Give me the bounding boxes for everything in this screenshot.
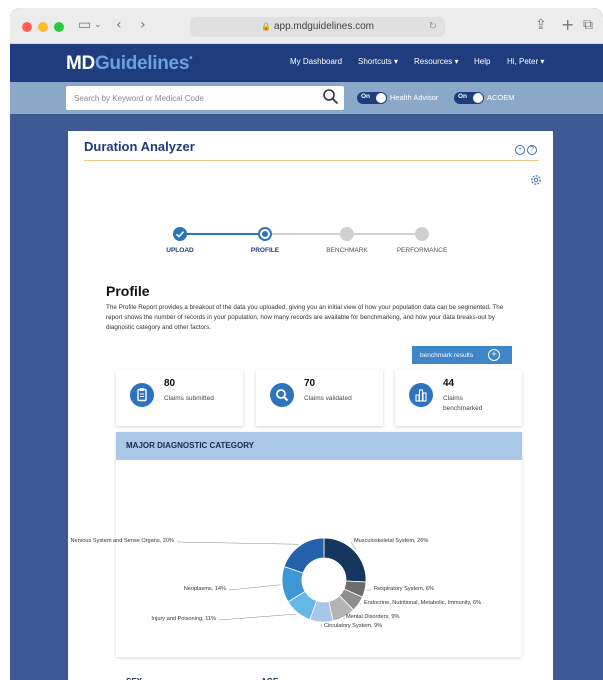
address-bar[interactable]: 🔒 app.mdguidelines.com ↻ xyxy=(190,17,445,37)
site-header: MDGuidelines• My Dashboard Shortcuts ▾ R… xyxy=(10,44,603,82)
donut-leader-line xyxy=(176,541,299,545)
browser-window: ▭ ⌄ ‹ › 🔒 app.mdguidelines.com ↻ ⇪ + ⧉ MD… xyxy=(10,8,603,680)
nav-resources[interactable]: Resources ▾ xyxy=(414,57,458,66)
donut-slice-label: Musculoskeletal System, 26% xyxy=(354,538,429,544)
health-advisor-toggle[interactable]: On xyxy=(357,92,387,104)
stat-label: Claims benchmarked xyxy=(443,395,483,412)
stat-claims-benchmarked: 44 Claims benchmarked xyxy=(395,370,522,426)
lock-icon: 🔒 xyxy=(260,22,271,31)
help-circle-icon[interactable]: ? xyxy=(527,145,537,155)
donut-slice-label: Circulatory System, 9% xyxy=(324,623,383,629)
step-connector-1 xyxy=(180,233,265,235)
clipboard-icon xyxy=(130,383,154,407)
step-upload-check-icon[interactable] xyxy=(173,227,187,241)
stat-label: Claims validated xyxy=(304,395,352,402)
reload-icon[interactable]: ↻ xyxy=(429,17,437,37)
diagnostic-category-panel: MAJOR DIAGNOSTIC CATEGORY Musculoskeleta… xyxy=(70,432,522,657)
donut-slice-label: Respiratory System, 6% xyxy=(374,586,434,592)
zoom-window-button[interactable] xyxy=(54,22,64,32)
profile-heading: Profile xyxy=(106,283,150,299)
donut-slice-label: Injury and Poisoning, 11% xyxy=(151,616,216,622)
forward-arrow-icon[interactable]: › xyxy=(140,17,146,33)
nav-my-dashboard[interactable]: My Dashboard xyxy=(290,57,342,66)
nav-user-menu[interactable]: Hi, Peter ▾ xyxy=(507,57,544,66)
nav-shortcuts[interactable]: Shortcuts ▾ xyxy=(358,57,398,66)
donut-leader-line xyxy=(342,617,346,619)
duration-analyzer-card: Duration Analyzer + ? UPLOAD PROFILE BEN… xyxy=(68,131,553,680)
sex-panel-header: SEX xyxy=(116,668,243,680)
diagnostic-donut-chart xyxy=(176,537,372,628)
share-icon[interactable]: ⇪ xyxy=(535,17,547,33)
tab-overview-icon[interactable]: ⧉ xyxy=(583,17,593,33)
toggle-on-label: On xyxy=(458,93,468,100)
back-arrow-icon[interactable]: ‹ xyxy=(116,17,122,33)
donut-slice[interactable] xyxy=(283,537,325,574)
step-benchmark-label: BENCHMARK xyxy=(326,247,368,254)
step-profile-label: PROFILE xyxy=(250,247,280,254)
donut-slice-label: Endocrine, Nutritional, Metabolic, Immun… xyxy=(364,600,482,606)
acoem-label: ACOEM xyxy=(487,93,515,102)
step-upload-label: UPLOAD xyxy=(166,247,194,254)
search-icon xyxy=(270,383,294,407)
toggle-knob xyxy=(376,93,386,103)
donut-slice[interactable] xyxy=(323,537,367,583)
toggle-on-label: On xyxy=(361,93,371,100)
benchmark-results-button[interactable]: benchmark results + xyxy=(412,346,512,364)
age-panel-header: AGE xyxy=(251,668,522,680)
search-input[interactable] xyxy=(66,86,344,110)
benchmark-results-label: benchmark results xyxy=(420,351,474,359)
diagnostic-category-header: MAJOR DIAGNOSTIC CATEGORY xyxy=(116,432,522,460)
donut-leader-line xyxy=(228,584,281,591)
search-icon[interactable] xyxy=(322,88,340,106)
stat-value: 44 xyxy=(443,378,455,389)
url-text: app.mdguidelines.com xyxy=(273,21,375,32)
chevron-down-icon[interactable]: ⌄ xyxy=(94,20,102,30)
step-benchmark-dot[interactable] xyxy=(340,227,354,241)
gear-icon[interactable] xyxy=(530,174,542,186)
step-performance-dot[interactable] xyxy=(415,227,429,241)
logo-mark: • xyxy=(189,53,193,64)
health-advisor-label: Health Advisor xyxy=(390,93,439,102)
minimize-window-button[interactable] xyxy=(38,22,48,32)
donut-leader-line xyxy=(359,603,362,606)
stat-claims-submitted: 80 Claims submitted xyxy=(116,370,243,426)
mdguidelines-logo[interactable]: MDGuidelines• xyxy=(66,53,193,75)
title-divider xyxy=(84,160,539,161)
stat-value: 70 xyxy=(304,378,316,389)
donut-slice-label: Mental Disorders, 9% xyxy=(346,614,400,620)
step-profile-dot[interactable] xyxy=(258,227,272,241)
add-circle-icon[interactable]: + xyxy=(515,145,525,155)
page-title: Duration Analyzer xyxy=(84,139,195,154)
bar-chart-icon xyxy=(409,383,433,407)
stat-label: Claims submitted xyxy=(164,395,214,402)
search-band: On Health Advisor On ACOEM xyxy=(10,82,603,114)
acoem-toggle[interactable]: On xyxy=(454,92,484,104)
toggle-knob xyxy=(473,93,483,103)
plus-circle-icon: + xyxy=(488,349,500,361)
browser-toolbar: ▭ ⌄ ‹ › 🔒 app.mdguidelines.com ↻ ⇪ + ⧉ xyxy=(10,8,603,44)
donut-slice-label: Nervous System and Sense Organs, 20% xyxy=(70,538,174,544)
logo-md: MD xyxy=(66,53,95,74)
stat-claims-validated: 70 Claims validated xyxy=(256,370,383,426)
donut-slice-label: Neoplasms, 14% xyxy=(183,586,226,592)
sidebar-toggle-icon[interactable]: ▭ xyxy=(78,17,91,33)
logo-guidelines: Guidelines xyxy=(94,53,190,74)
close-window-button[interactable] xyxy=(22,22,32,32)
donut-leader-line xyxy=(218,613,297,621)
profile-description: The Profile Report provides a breakout o… xyxy=(106,304,504,331)
nav-help[interactable]: Help xyxy=(474,57,490,66)
step-performance-label: PERFORMANCE xyxy=(396,247,448,254)
stat-value: 80 xyxy=(164,378,176,389)
new-tab-icon[interactable]: + xyxy=(561,15,574,34)
